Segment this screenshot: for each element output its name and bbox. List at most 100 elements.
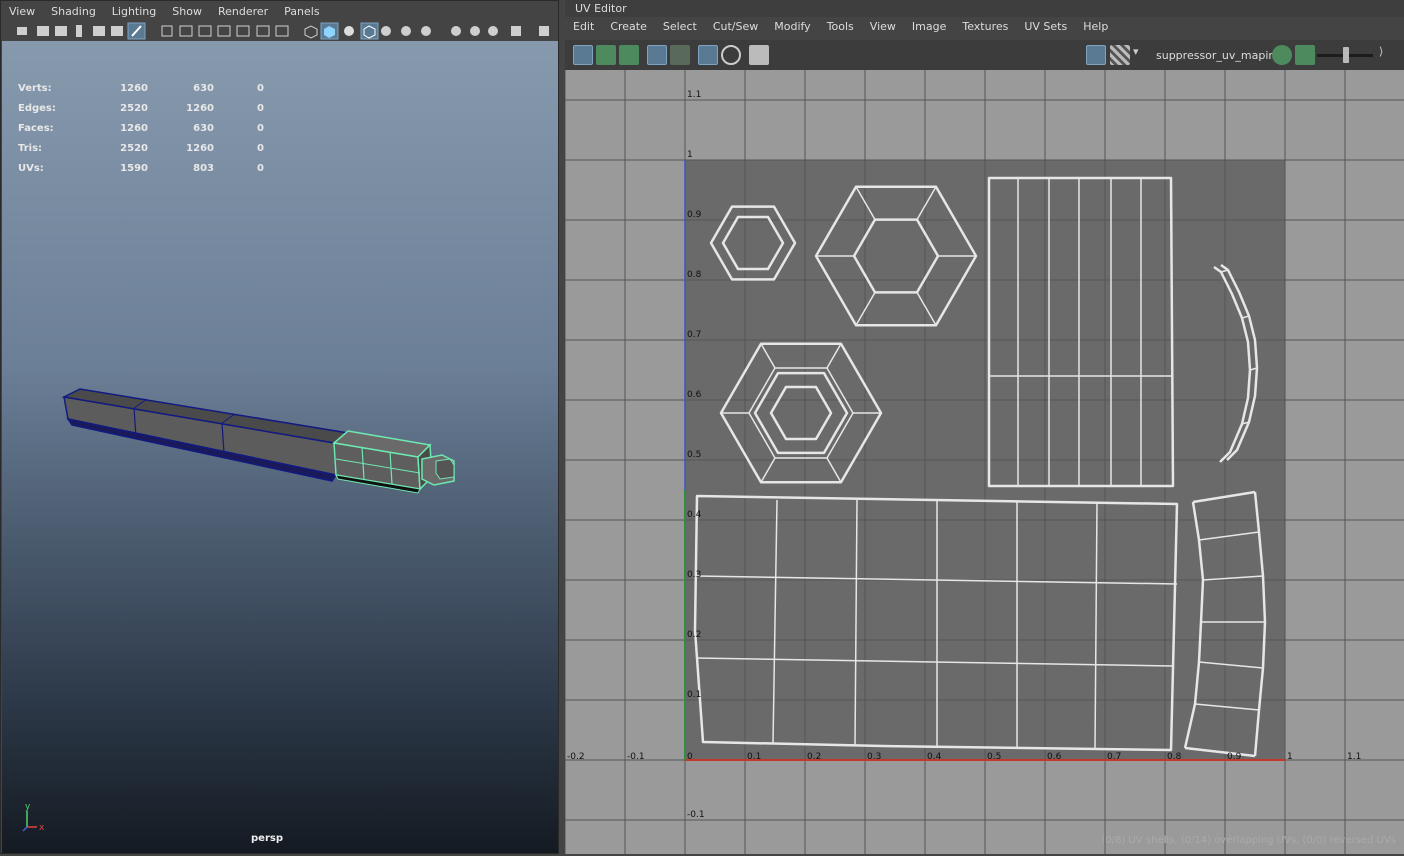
safe-action-icon xyxy=(256,25,270,37)
grease-pencil-icon xyxy=(111,26,123,36)
menu-textures[interactable]: Textures xyxy=(954,17,1016,39)
menu-edit[interactable]: Edit xyxy=(565,17,602,39)
hud-row-faces: Faces: 1260 630 0 xyxy=(18,123,264,134)
maya-window: View Shading Lighting Show Renderer Pane… xyxy=(0,0,1404,854)
menu-cut-sew[interactable]: Cut/Sew xyxy=(705,17,766,39)
uv-grid xyxy=(565,70,1404,854)
x-tick-label: -0.2 xyxy=(567,752,585,762)
checker-icon[interactable] xyxy=(1110,45,1130,65)
collapse-icon[interactable]: ⟩ xyxy=(1379,45,1395,65)
y-tick-label: 0.1 xyxy=(687,690,701,700)
hud-row-uvs: UVs: 1590 803 0 xyxy=(18,163,264,174)
uv-map-name[interactable]: suppressor_uv_mapin xyxy=(1156,49,1275,62)
x-tick-label: 0.6 xyxy=(1047,752,1062,762)
snap-icon[interactable] xyxy=(721,45,741,65)
y-tick-label: 0.7 xyxy=(687,330,701,340)
x-tick-label: 0.4 xyxy=(927,752,942,762)
uv-editor-menubar: Edit Create Select Cut/Sew Modify Tools … xyxy=(565,17,1404,39)
menu-view[interactable]: View xyxy=(1,3,43,21)
x-tick-label: 1.1 xyxy=(1347,752,1361,762)
y-tick-label: 0.3 xyxy=(687,570,701,580)
hud-row-edges: Edges: 2520 1260 0 xyxy=(18,103,264,114)
safe-title-icon xyxy=(275,25,289,37)
uv-editor-toolbar: ▾ suppressor_uv_mapin ⟩ xyxy=(565,40,1404,70)
uv-status-text: (0/8) UV shells, (0/14) overlapping UVs,… xyxy=(1101,835,1396,846)
grid-icon xyxy=(161,25,173,37)
y-tick-label: 0.6 xyxy=(687,390,702,400)
backface-icon[interactable] xyxy=(596,45,616,65)
x-tick-label: 0.8 xyxy=(1167,752,1182,762)
menu-modify[interactable]: Modify xyxy=(766,17,818,39)
x-tick-label: 1 xyxy=(1287,752,1293,762)
x-tick-label: 0.3 xyxy=(867,752,881,762)
uv-editor-titlebar: UV Editor xyxy=(565,0,1404,17)
2d-pan-icon xyxy=(93,26,105,36)
menu-renderer[interactable]: Renderer xyxy=(210,3,276,21)
anti-alias-icon xyxy=(511,26,521,36)
menu-show[interactable]: Show xyxy=(164,3,210,21)
exposure-slider-handle[interactable] xyxy=(1343,47,1349,63)
image-ratio-icon[interactable] xyxy=(1272,45,1292,65)
axis-y-label: y xyxy=(25,802,31,812)
isolate-select-icon xyxy=(539,26,549,36)
lights-icon xyxy=(421,26,431,36)
field-chart-icon xyxy=(236,25,250,37)
viewport-panel: View Shading Lighting Show Renderer Pane… xyxy=(0,0,559,854)
grid-toggle-icon[interactable] xyxy=(698,45,718,65)
menu-image[interactable]: Image xyxy=(904,17,954,39)
menu-uv-sets[interactable]: UV Sets xyxy=(1016,17,1075,39)
x-tick-label: -0.1 xyxy=(627,752,645,762)
camera-attr-icon xyxy=(37,26,49,36)
default-material-icon xyxy=(344,26,354,36)
y-tick-label: 1.1 xyxy=(687,90,701,100)
x-tick-label: 0.1 xyxy=(747,752,761,762)
uv-shell-icon[interactable] xyxy=(573,45,593,65)
menu-panels[interactable]: Panels xyxy=(276,3,327,21)
wireframe-icon xyxy=(304,25,318,39)
x-tick-label: 0.5 xyxy=(987,752,1001,762)
gate-mask-icon xyxy=(217,25,231,37)
menu-shading[interactable]: Shading xyxy=(43,3,104,21)
viewport-toolbar-icons xyxy=(17,22,549,40)
uv-distortion-icon[interactable] xyxy=(647,45,667,65)
y-tick-label: 0.9 xyxy=(687,210,702,220)
menu-help[interactable]: Help xyxy=(1075,17,1116,39)
view-axis-gizmo: y x xyxy=(22,802,45,833)
hud-row-verts: Verts: 1260 630 0 xyxy=(18,83,264,94)
image-plane-icon xyxy=(76,25,82,37)
ambient-occlusion-icon xyxy=(470,26,480,36)
menu-lighting[interactable]: Lighting xyxy=(104,3,164,21)
shade-uvs-icon[interactable] xyxy=(619,45,639,65)
menu-create[interactable]: Create xyxy=(602,17,655,39)
textured-icon xyxy=(401,26,411,36)
viewport-toolbar xyxy=(1,21,558,41)
resolution-gate-icon xyxy=(198,25,212,37)
chevron-down-icon[interactable]: ▾ xyxy=(1133,45,1145,65)
y-tick-label: 0.2 xyxy=(687,630,701,640)
y-tick-label: 0.5 xyxy=(687,450,701,460)
x-tick-label: 0.7 xyxy=(1107,752,1121,762)
uv-grid-canvas[interactable]: -0.2 -0.1 0 0.1 0.2 0.3 0.4 0.5 0.6 0.7 0.8 0.9 1 1.1… xyxy=(565,70,1404,854)
uv-editor-panel: UV Editor Edit Create Select Cut/Sew Mod… xyxy=(565,0,1404,854)
viewport-menubar: View Shading Lighting Show Renderer Pane… xyxy=(1,3,558,21)
y-tick-label: 1 xyxy=(687,150,693,160)
camera-name-label: persp xyxy=(251,833,283,844)
axis-x-label: x xyxy=(39,823,45,833)
camera-icon xyxy=(17,27,27,35)
bookmark-icon xyxy=(55,26,67,36)
y-tick-label: 0.4 xyxy=(687,510,702,520)
film-gate-icon xyxy=(179,25,193,37)
perspective-view[interactable]: Verts: 1260 630 0 Edges: 2520 1260 0 Fac… xyxy=(2,41,558,853)
menu-select[interactable]: Select xyxy=(655,17,705,39)
menu-view[interactable]: View xyxy=(862,17,904,39)
exposure-icon[interactable] xyxy=(1295,45,1315,65)
display-image-icon[interactable] xyxy=(1086,45,1106,65)
menu-tools[interactable]: Tools xyxy=(819,17,862,39)
snapshot-icon[interactable] xyxy=(749,45,769,65)
texture-borders-icon[interactable] xyxy=(670,45,690,65)
x-tick-label: 0.9 xyxy=(1227,752,1242,762)
x-tick-label: 0.2 xyxy=(807,752,821,762)
uv-editor-title: UV Editor xyxy=(575,2,627,15)
y-tick-label: -0.1 xyxy=(687,810,705,820)
hud-row-tris: Tris: 2520 1260 0 xyxy=(18,143,264,154)
